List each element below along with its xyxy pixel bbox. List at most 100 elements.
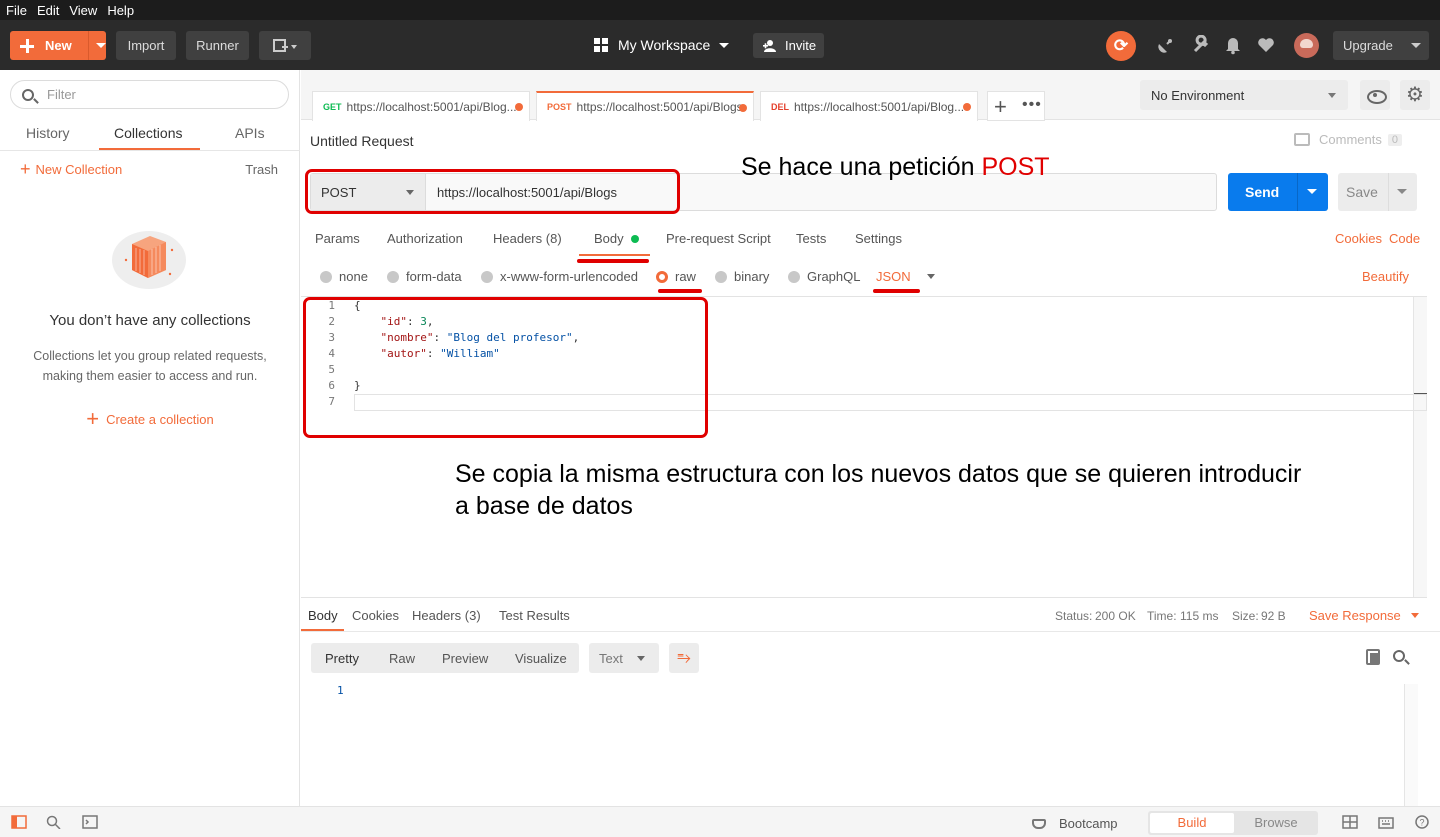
sidebar-toggle-icon[interactable]	[11, 815, 27, 829]
gear-icon[interactable]: ⚙	[1400, 80, 1430, 110]
find-icon[interactable]	[46, 815, 62, 829]
invite-button[interactable]: Invite	[753, 33, 824, 58]
radio-binary[interactable]: binary	[715, 269, 769, 284]
menu-help[interactable]: Help	[107, 3, 134, 18]
tab-apis[interactable]: APIs	[235, 125, 265, 141]
menu-file[interactable]: File	[6, 3, 27, 18]
beautify-link[interactable]: Beautify	[1362, 269, 1409, 284]
bell-icon[interactable]	[1223, 35, 1243, 55]
workspace-selector[interactable]: My Workspace	[594, 37, 730, 53]
trash-link[interactable]: Trash	[245, 162, 278, 177]
response-format-label: Text	[599, 650, 623, 666]
chevron-down-icon[interactable]	[1307, 189, 1317, 194]
satellite-icon[interactable]	[1156, 35, 1176, 55]
response-tab-cookies[interactable]: Cookies	[352, 608, 399, 623]
environment-select[interactable]: No Environment	[1140, 80, 1348, 110]
view-pretty[interactable]: Pretty	[325, 651, 359, 666]
request-tab-get[interactable]: GET https://localhost:5001/api/Blog...	[312, 91, 530, 121]
view-raw[interactable]: Raw	[389, 651, 415, 666]
code-link[interactable]: Code	[1389, 231, 1420, 246]
cookies-link[interactable]: Cookies	[1335, 231, 1382, 246]
response-tab-body[interactable]: Body	[308, 608, 338, 623]
response-tab-test-results[interactable]: Test Results	[499, 608, 570, 623]
create-collection-link[interactable]: + Create a collection	[0, 408, 300, 430]
wrench-icon[interactable]	[1191, 34, 1211, 55]
annotation-bottom-text: Se copia la misma estructura con los nue…	[455, 458, 1301, 522]
heart-icon[interactable]	[1256, 35, 1276, 55]
send-button[interactable]: Send	[1228, 173, 1328, 211]
radio-graphql[interactable]: GraphQL	[788, 269, 860, 284]
time-label: Time:	[1147, 609, 1177, 623]
status-value[interactable]: 200 OK	[1095, 609, 1136, 623]
new-collection-button[interactable]: + New Collection	[20, 160, 122, 178]
new-button[interactable]: New	[10, 31, 106, 60]
eye-icon[interactable]	[1360, 80, 1390, 110]
radio-urlencoded[interactable]: x-www-form-urlencoded	[481, 269, 638, 284]
new-window-button[interactable]	[259, 31, 311, 60]
status-label: Status:	[1055, 609, 1093, 623]
new-window-icon	[273, 38, 297, 52]
editor-scrollbar[interactable]	[1413, 297, 1427, 597]
format-select[interactable]: JSON	[876, 269, 935, 284]
browse-button[interactable]: Browse	[1236, 813, 1316, 833]
response-headers-label: Headers	[412, 608, 462, 623]
tab-params[interactable]: Params	[315, 231, 360, 246]
radio-form-data[interactable]: form-data	[387, 269, 462, 284]
chevron-down-icon[interactable]	[96, 43, 106, 48]
more-icon[interactable]: •••	[1022, 96, 1042, 114]
build-button[interactable]: Build	[1150, 813, 1234, 833]
radio-none[interactable]: none	[320, 269, 368, 284]
comments-button[interactable]: Comments 0	[1294, 132, 1402, 147]
time-value[interactable]: 115 ms	[1180, 609, 1218, 623]
upgrade-button[interactable]: Upgrade	[1333, 31, 1429, 60]
size-value[interactable]: 92 B	[1261, 609, 1286, 623]
response-tab-headers[interactable]: Headers (3)	[412, 608, 481, 623]
sync-icon[interactable]: ⟳	[1106, 31, 1136, 61]
wrap-lines-icon[interactable]: ⥱	[669, 643, 699, 673]
tab-history[interactable]: History	[26, 125, 70, 141]
request-title[interactable]: Untitled Request	[310, 133, 414, 149]
send-label: Send	[1245, 184, 1280, 200]
help-icon[interactable]: ?	[1414, 815, 1430, 829]
request-tab-del[interactable]: DEL https://localhost:5001/api/Blog...	[760, 91, 978, 121]
two-pane-icon[interactable]	[1342, 815, 1358, 829]
tab-body[interactable]: Body	[594, 231, 640, 246]
chevron-down-icon[interactable]	[1397, 189, 1407, 194]
app-header: New Import Runner My Workspace Invite ⟳	[0, 20, 1440, 70]
tab-collections[interactable]: Collections	[114, 125, 182, 141]
radio-raw[interactable]: raw	[656, 269, 696, 284]
save-button[interactable]: Save	[1338, 173, 1417, 211]
tab-authorization[interactable]: Authorization	[387, 231, 463, 246]
add-tab-icon[interactable]: +	[994, 94, 1007, 120]
annotation-box-request-line	[305, 169, 680, 214]
tab-headers[interactable]: Headers (8)	[493, 231, 562, 246]
response-scrollbar[interactable]	[1404, 684, 1418, 806]
request-tab-post[interactable]: POST https://localhost:5001/api/Blogs	[536, 91, 754, 121]
view-visualize[interactable]: Visualize	[515, 651, 567, 666]
radio-selected-icon	[656, 270, 668, 283]
import-button[interactable]: Import	[116, 31, 176, 60]
search-icon[interactable]	[1393, 650, 1405, 662]
tab-tests[interactable]: Tests	[796, 231, 826, 246]
request-tabs-bar: GET https://localhost:5001/api/Blog... P…	[301, 70, 1440, 121]
console-icon[interactable]	[82, 815, 98, 829]
view-preview[interactable]: Preview	[442, 651, 488, 666]
tab-prerequest-script[interactable]: Pre-request Script	[666, 231, 771, 246]
avatar[interactable]	[1294, 33, 1319, 58]
copy-icon[interactable]	[1366, 649, 1380, 665]
response-headers-count: (3)	[464, 608, 481, 623]
runner-button[interactable]: Runner	[186, 31, 249, 60]
invite-label: Invite	[785, 38, 817, 53]
menu-edit[interactable]: Edit	[37, 3, 59, 18]
tab-settings[interactable]: Settings	[855, 231, 902, 246]
size-label: Size:	[1232, 609, 1259, 623]
save-response-button[interactable]: Save Response	[1309, 608, 1419, 623]
response-format-select[interactable]: Text	[589, 643, 659, 673]
bootcamp-button[interactable]: Bootcamp	[1032, 816, 1118, 831]
filter-input[interactable]: Filter	[10, 80, 289, 109]
comments-label: Comments	[1319, 132, 1382, 147]
tab-headers-label: Headers	[493, 231, 543, 246]
menu-view[interactable]: View	[69, 3, 97, 18]
keyboard-shortcuts-icon[interactable]	[1378, 815, 1394, 829]
active-tab-indicator	[579, 254, 650, 256]
